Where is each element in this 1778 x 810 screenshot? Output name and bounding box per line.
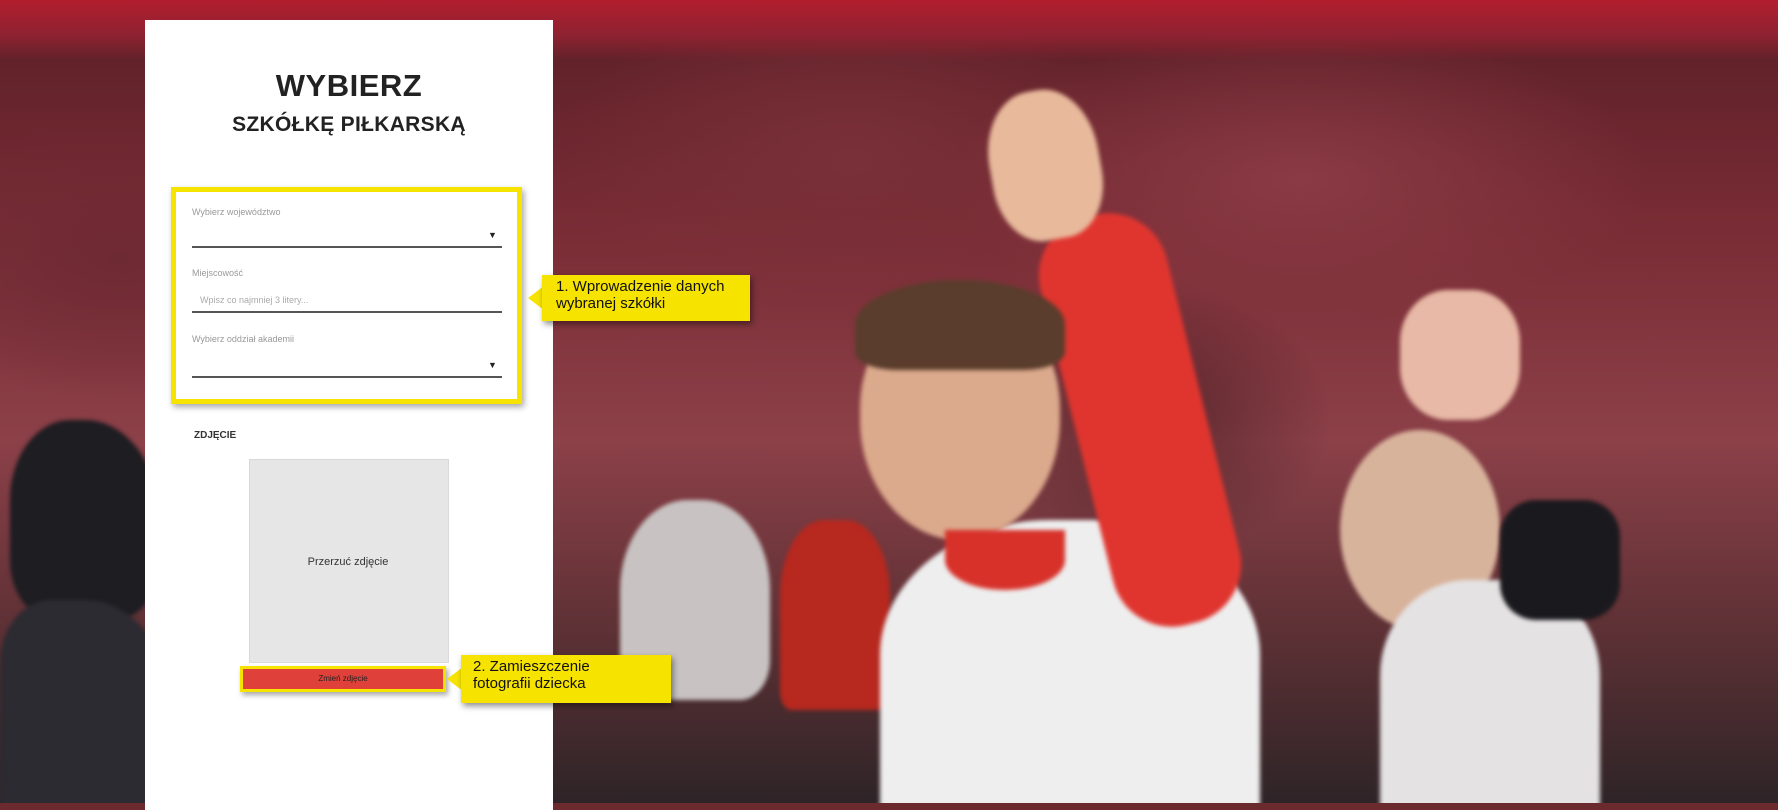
callout-1-line-1: 1. Wprowadzenie danych <box>556 278 725 295</box>
player-background-dark <box>1500 500 1620 620</box>
callout-2-line-1: 2. Zamieszczenie <box>473 658 590 675</box>
callout-2-line-2: fotografii dziecka <box>473 675 586 692</box>
annotation-callout-1: 1. Wprowadzenie danych wybranej szkółki <box>542 275 750 321</box>
camera-operator <box>10 420 160 620</box>
form-title: WYBIERZ <box>275 68 423 103</box>
change-photo-button[interactable]: Zmień zdjęcie <box>240 666 446 692</box>
photo-section-label: ZDJĘCIE <box>194 430 237 441</box>
waving-hand <box>1400 290 1520 420</box>
form-subtitle: SZKÓŁKĘ PIŁKARSKĄ <box>232 113 466 136</box>
player-hair <box>855 280 1065 370</box>
player-background-red <box>780 520 890 710</box>
photo-drop-text: Przerzuć zdjęcie <box>307 556 389 568</box>
annotation-callout-2: 2. Zamieszczenie fotografii dziecka <box>461 655 671 703</box>
player-collar <box>945 530 1065 590</box>
fields-highlight-frame <box>171 187 522 404</box>
callout-1-line-2: wybranej szkółki <box>556 295 666 312</box>
